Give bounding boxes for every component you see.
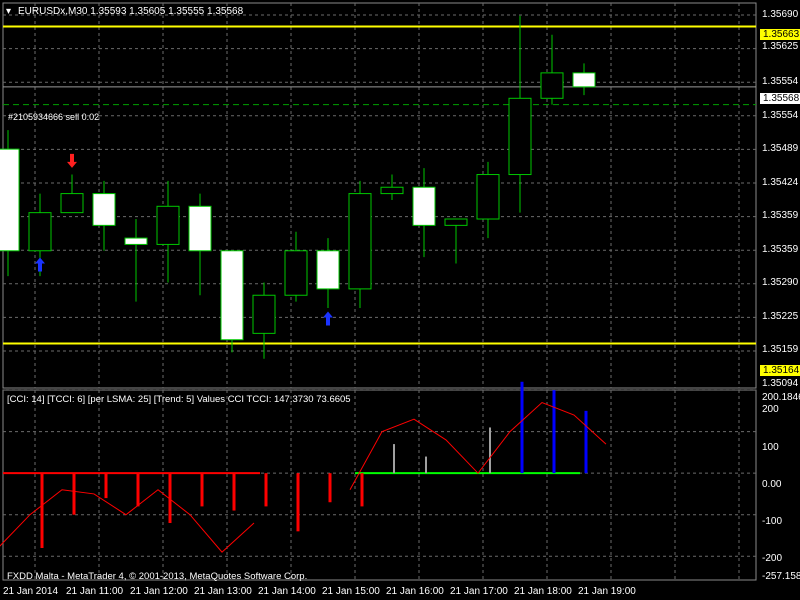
candle-body bbox=[444, 218, 468, 226]
candle-body bbox=[28, 212, 52, 252]
indicator-min: -257.1588 bbox=[762, 571, 800, 582]
time-tick: 21 Jan 2014 bbox=[3, 586, 59, 597]
candle-body bbox=[156, 205, 180, 245]
candle-body bbox=[348, 193, 372, 290]
candle-body bbox=[60, 193, 84, 214]
level-lines bbox=[3, 25, 756, 345]
time-tick: 21 Jan 12:00 bbox=[130, 586, 188, 597]
candle-body bbox=[220, 250, 244, 341]
price-tick: 1.35554 bbox=[762, 110, 799, 121]
indicator-tick-0: 0.00 bbox=[762, 479, 782, 490]
current-price-box: 1.35568 bbox=[760, 93, 800, 104]
time-tick: 21 Jan 19:00 bbox=[578, 586, 636, 597]
cci-indicator bbox=[0, 381, 607, 553]
indicator-tick-m100: -100 bbox=[762, 516, 783, 527]
price-tick: 1.35424 bbox=[762, 177, 799, 188]
header-dropdown-icon[interactable]: ▾ bbox=[6, 6, 11, 17]
tcci-line bbox=[0, 489, 255, 553]
indicator-max: 200.1846 bbox=[762, 392, 800, 403]
price-tick: 1.35359 bbox=[762, 244, 799, 255]
buy-arrow-icon bbox=[35, 257, 45, 272]
candle-body bbox=[508, 97, 532, 176]
price-tick: 1.35359 bbox=[762, 210, 799, 221]
signal-arrows bbox=[35, 153, 333, 326]
candle-body bbox=[572, 72, 596, 88]
time-tick: 21 Jan 15:00 bbox=[322, 586, 380, 597]
candle-body bbox=[188, 205, 212, 252]
candle-body bbox=[476, 174, 500, 220]
candlesticks bbox=[0, 15, 596, 359]
tcci-line bbox=[349, 401, 607, 491]
candle-body bbox=[0, 148, 20, 252]
price-tick: 1.35094 bbox=[762, 378, 799, 389]
candle-body bbox=[252, 294, 276, 334]
time-tick: 21 Jan 18:00 bbox=[514, 586, 572, 597]
price-tick: 1.35225 bbox=[762, 311, 799, 322]
time-tick: 21 Jan 13:00 bbox=[194, 586, 252, 597]
indicator-tick-200: 200 bbox=[762, 404, 779, 415]
candle-body bbox=[316, 250, 340, 290]
buy-arrow-icon bbox=[323, 311, 333, 326]
candle-body bbox=[284, 250, 308, 296]
sell-arrow-icon bbox=[67, 153, 77, 168]
price-tick: 1.35290 bbox=[762, 277, 799, 288]
upper-level-price-box: 1.35663 bbox=[760, 29, 800, 40]
copyright-text: FXDD Malta - MetaTrader 4, © 2001-2013, … bbox=[7, 571, 308, 582]
grid-lines bbox=[3, 3, 756, 580]
chart-canvas[interactable] bbox=[0, 0, 800, 600]
candle-body bbox=[92, 193, 116, 226]
indicator-tick-100: 100 bbox=[762, 442, 779, 453]
time-tick: 21 Jan 14:00 bbox=[258, 586, 316, 597]
time-tick: 21 Jan 17:00 bbox=[450, 586, 508, 597]
candle-body bbox=[540, 72, 564, 99]
order-label: #2105934666 sell 0.02 bbox=[8, 112, 100, 122]
price-tick: 1.35489 bbox=[762, 143, 799, 154]
candle-body bbox=[380, 186, 404, 195]
price-tick: 1.35159 bbox=[762, 344, 799, 355]
price-tick: 1.35625 bbox=[762, 41, 799, 52]
metatrader-chart-window: ▾ EURUSDx,M30 1.35593 1.35605 1.35555 1.… bbox=[0, 0, 800, 600]
lower-level-price-box: 1.35164 bbox=[760, 365, 800, 376]
time-tick: 21 Jan 11:00 bbox=[66, 586, 124, 597]
price-tick: 1.35690 bbox=[762, 9, 799, 20]
candle-body bbox=[412, 186, 436, 226]
symbol-header: EURUSDx,M30 1.35593 1.35605 1.35555 1.35… bbox=[18, 6, 244, 17]
indicator-header: [CCI: 14] [TCCI: 6] [per LSMA: 25] [Tren… bbox=[7, 394, 351, 405]
price-tick: 1.35554 bbox=[762, 76, 799, 87]
indicator-tick-m200: -200 bbox=[762, 553, 783, 564]
time-tick: 21 Jan 16:00 bbox=[386, 586, 444, 597]
candle-body bbox=[124, 237, 148, 245]
